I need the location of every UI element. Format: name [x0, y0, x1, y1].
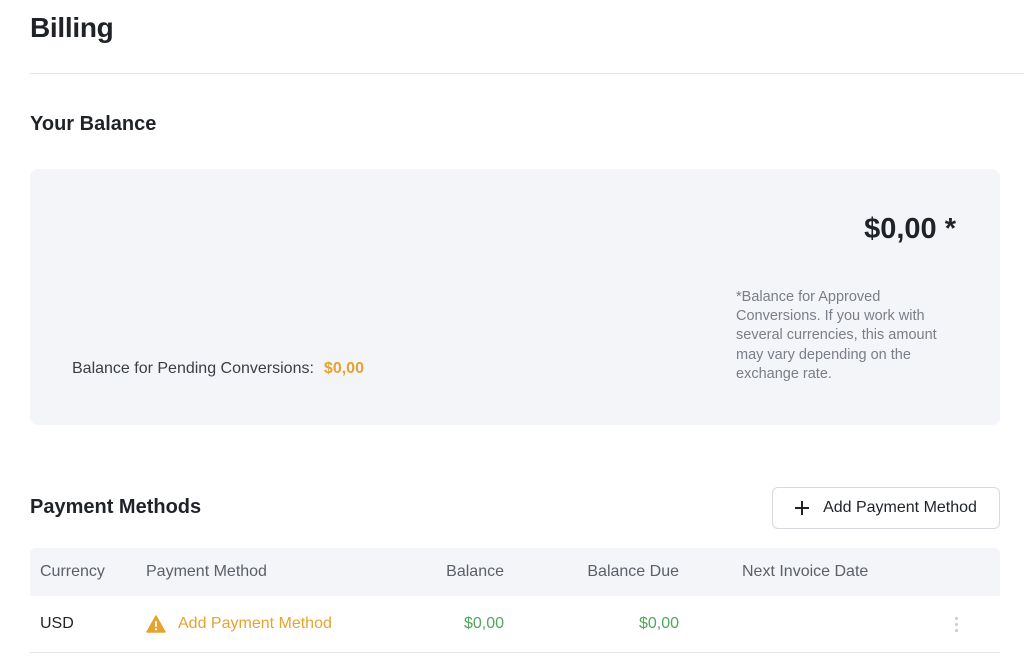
page-title: Billing: [30, 12, 114, 43]
column-header-payment-method: Payment Method: [146, 563, 267, 580]
balance-card: $0,00 * *Balance for Approved Conversion…: [30, 169, 1000, 425]
warning-icon: [146, 615, 166, 633]
table-row: USD Add Payment Method $0,00 $0,00: [30, 596, 1000, 653]
balance-heading: Your Balance: [30, 113, 157, 135]
row-more-options-icon[interactable]: [955, 596, 958, 652]
row-add-payment-method-link[interactable]: Add Payment Method: [146, 596, 332, 652]
row-balance-due: $0,00: [638, 615, 679, 632]
column-header-balance: Balance: [446, 563, 504, 580]
approved-balance-amount: $0,00 *: [864, 213, 956, 245]
title-divider: [30, 73, 1024, 74]
column-header-next-invoice-date: Next Invoice Date: [742, 563, 869, 580]
column-header-currency: Currency: [40, 563, 105, 580]
row-balance: $0,00: [463, 615, 504, 632]
payment-methods-heading: Payment Methods: [30, 496, 202, 518]
row-payment-method-label: Add Payment Method: [178, 615, 332, 632]
payment-methods-table-header: Currency Payment Method Balance Balance …: [30, 548, 1000, 596]
column-header-balance-due: Balance Due: [587, 563, 679, 580]
row-currency: USD: [40, 615, 74, 632]
pending-balance-row: Balance for Pending Conversions: $0,00: [72, 360, 364, 378]
pending-balance-value: $0,00: [323, 360, 364, 377]
billing-page: Billing Your Balance $0,00 * *Balance fo…: [0, 0, 1024, 662]
add-payment-method-button-label: Add Payment Method: [823, 499, 977, 516]
plus-icon: [795, 501, 810, 515]
balance-note: *Balance for Approved Conversions. If yo…: [736, 289, 937, 382]
add-payment-method-button[interactable]: Add Payment Method: [772, 487, 1000, 529]
pending-balance-label: Balance for Pending Conversions:: [72, 360, 314, 377]
